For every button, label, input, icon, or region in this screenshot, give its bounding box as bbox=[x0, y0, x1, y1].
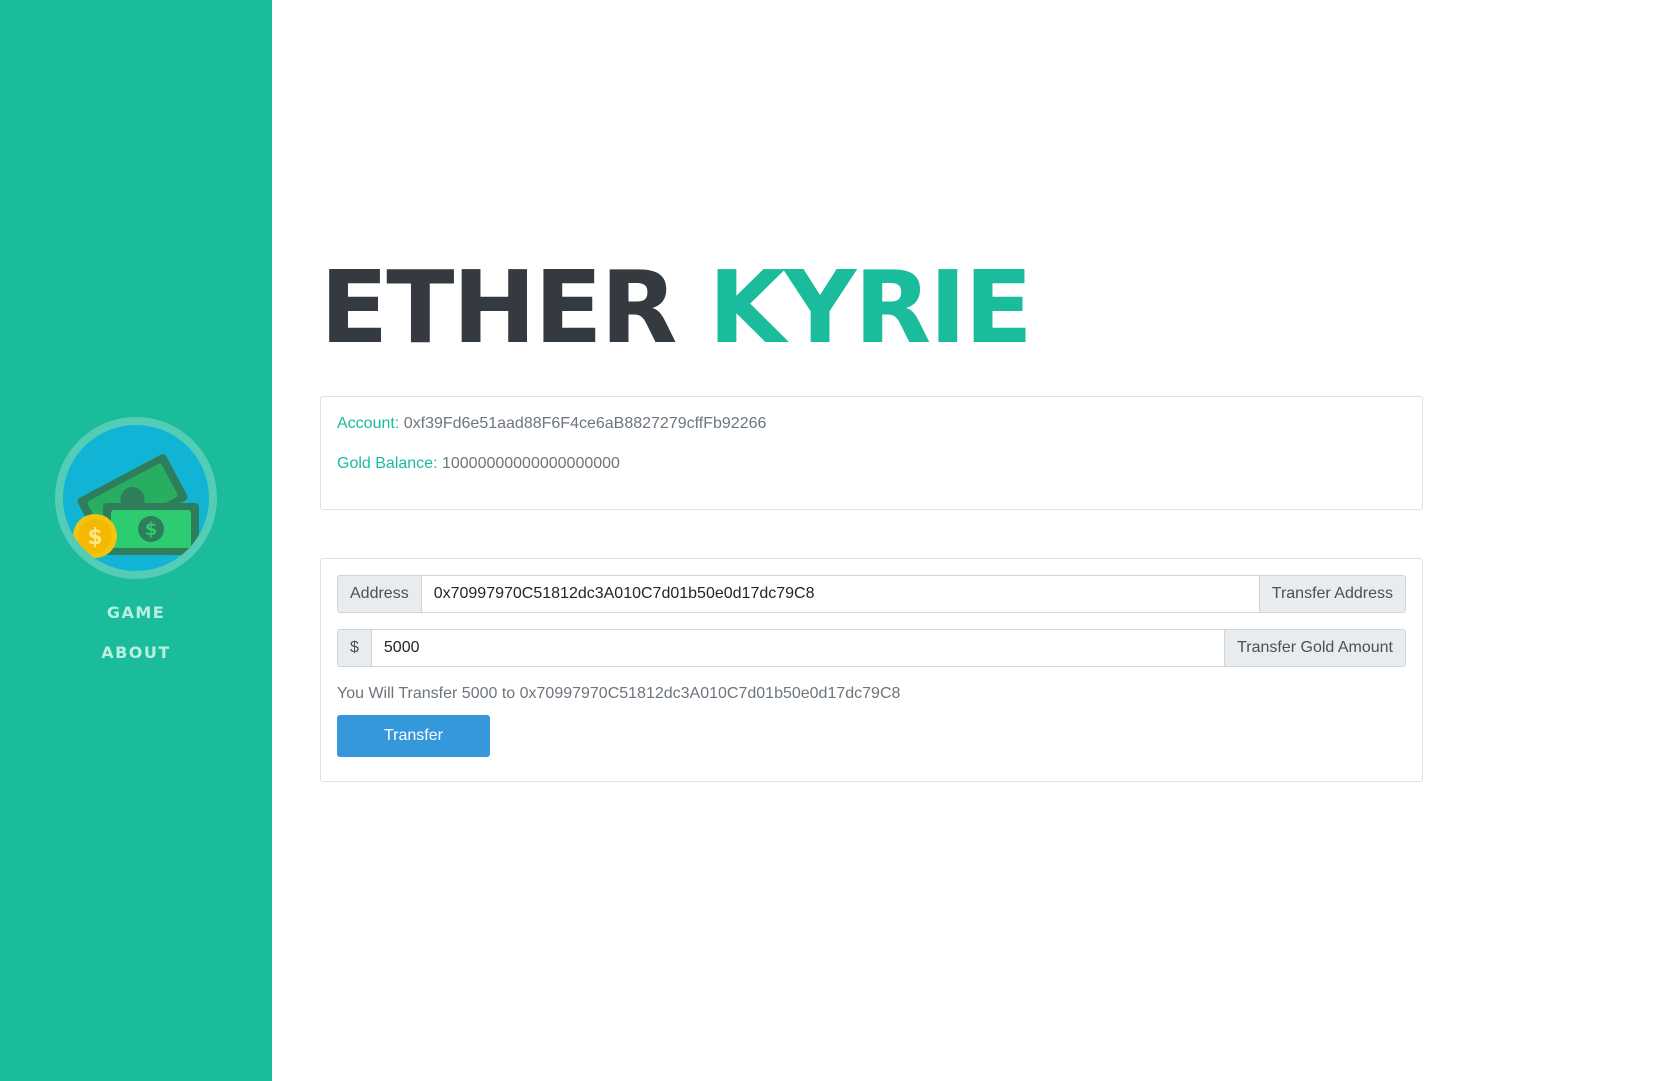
transfer-card: Address Transfer Address $ Transfer Gold… bbox=[320, 558, 1423, 782]
money-coin-icon: $ $ bbox=[63, 425, 209, 571]
transfer-address-button[interactable]: Transfer Address bbox=[1259, 575, 1406, 613]
title-part-ether: ETHER bbox=[320, 249, 678, 366]
amount-input[interactable] bbox=[370, 629, 1226, 667]
page-title: ETHER KYRIE bbox=[320, 248, 1033, 368]
svg-text:$: $ bbox=[87, 525, 102, 550]
balance-label: Gold Balance: bbox=[337, 455, 438, 472]
nav-item-about[interactable]: ABOUT bbox=[0, 643, 272, 662]
account-value: 0xf39Fd6e51aad88F6F4ce6aB8827279cffFb922… bbox=[403, 415, 767, 432]
account-line: Account: 0xf39Fd6e51aad88F6F4ce6aB882727… bbox=[337, 415, 766, 433]
balance-line: Gold Balance: 10000000000000000000 bbox=[337, 455, 620, 473]
account-label: Account: bbox=[337, 415, 400, 432]
address-input-group: Address Transfer Address bbox=[337, 575, 1406, 613]
svg-text:$: $ bbox=[145, 519, 158, 540]
amount-input-group: $ Transfer Gold Amount bbox=[337, 629, 1406, 667]
sidebar: $ $ GAME ABOUT bbox=[0, 0, 272, 1081]
nav-item-game[interactable]: GAME bbox=[0, 603, 272, 622]
account-info-card: Account: 0xf39Fd6e51aad88F6F4ce6aB882727… bbox=[320, 396, 1423, 510]
amount-prefix: $ bbox=[337, 629, 371, 667]
balance-value: 10000000000000000000 bbox=[441, 455, 620, 472]
address-input[interactable] bbox=[420, 575, 1260, 613]
address-prefix: Address bbox=[337, 575, 421, 613]
logo: $ $ bbox=[55, 417, 217, 579]
transfer-gold-amount-button[interactable]: Transfer Gold Amount bbox=[1225, 629, 1406, 667]
title-part-kyrie: KYRIE bbox=[708, 249, 1032, 366]
transfer-button[interactable]: Transfer bbox=[337, 715, 490, 757]
transfer-summary: You Will Transfer 5000 to 0x70997970C518… bbox=[337, 685, 901, 702]
